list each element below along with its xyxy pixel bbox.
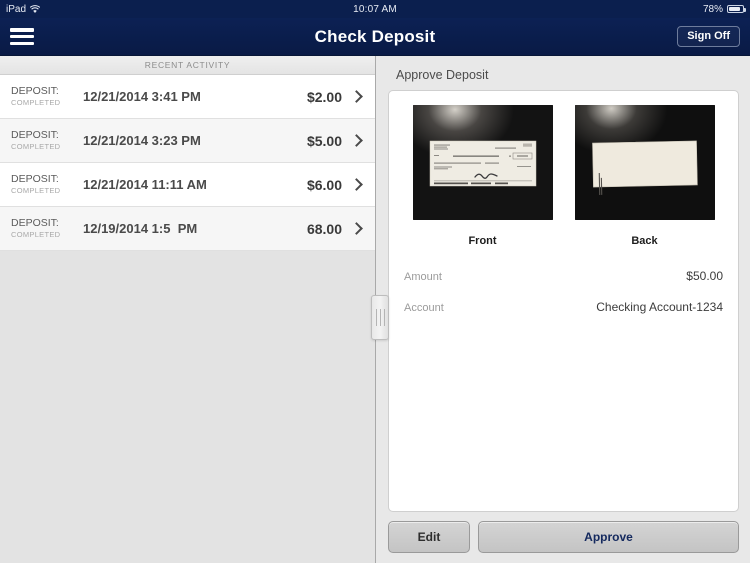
- account-value: Checking Account-1234: [596, 300, 723, 314]
- app-root: iPad 10:07 AM 78% Check Deposit Sign Off: [0, 0, 750, 563]
- table-row[interactable]: DEPOSIT: COMPLETED 12/21/2014 3:41 PM $2…: [0, 75, 375, 119]
- row-status: DEPOSIT: COMPLETED: [11, 217, 77, 240]
- check-back-image[interactable]: [574, 105, 715, 220]
- amount-value: $50.00: [686, 269, 723, 283]
- approve-deposit-pane: Approve Deposit Front Back Amount $50.00…: [376, 56, 750, 563]
- row-amount: $6.00: [306, 176, 342, 193]
- pane-splitter-handle[interactable]: [371, 295, 389, 340]
- deposit-fields: Amount $50.00 Account Checking Account-1…: [401, 269, 726, 331]
- row-type: DEPOSIT:: [11, 129, 59, 142]
- hamburger-menu-icon[interactable]: [10, 28, 34, 45]
- check-images: Front Back: [401, 105, 726, 247]
- row-date: 12/21/2014 3:41 PM: [83, 89, 201, 104]
- table-row[interactable]: DEPOSIT: COMPLETED 12/19/2014 1:5 PM 68.…: [0, 207, 375, 251]
- navigation-bar: Check Deposit Sign Off: [0, 18, 750, 56]
- row-amount: $5.00: [306, 132, 342, 149]
- recent-activity-header: RECENT ACTIVITY: [0, 56, 375, 75]
- chevron-right-icon[interactable]: [350, 134, 363, 147]
- check-front-wrapper: Front: [412, 105, 553, 247]
- check-back-wrapper: Back: [574, 105, 715, 247]
- status-badge: COMPLETED: [11, 98, 61, 108]
- page-title: Check Deposit: [314, 26, 436, 46]
- amount-field: Amount $50.00: [401, 269, 726, 283]
- table-row[interactable]: DEPOSIT: COMPLETED 12/21/2014 3:23 PM $5…: [0, 119, 375, 163]
- check-front-label: Front: [468, 235, 497, 247]
- status-bar-right: 78%: [702, 3, 746, 15]
- row-amount: 68.00: [306, 220, 342, 237]
- status-badge: COMPLETED: [11, 186, 61, 196]
- panel-title: Approve Deposit: [396, 68, 489, 82]
- row-date: 12/21/2014 11:11 AM: [83, 177, 207, 192]
- row-status: DEPOSIT: COMPLETED: [11, 129, 77, 152]
- check-back-label: Back: [631, 235, 658, 247]
- action-buttons: Edit Approve: [388, 521, 739, 553]
- chevron-right-icon[interactable]: [350, 222, 363, 235]
- row-date: 12/19/2014 1:5 PM: [83, 221, 198, 236]
- battery-icon: [727, 5, 746, 13]
- row-amount: $2.00: [306, 88, 342, 105]
- row-type: DEPOSIT:: [11, 85, 59, 98]
- amount-label: Amount: [404, 271, 442, 283]
- status-badge: COMPLETED: [11, 142, 61, 152]
- deposit-detail-card: Front Back Amount $50.00 Account Checkin…: [388, 90, 739, 512]
- check-front-image[interactable]: [412, 105, 553, 220]
- edit-button[interactable]: Edit: [388, 521, 470, 553]
- status-bar-time: 10:07 AM: [353, 3, 397, 15]
- battery-percent: 78%: [702, 3, 723, 15]
- table-row[interactable]: DEPOSIT: COMPLETED 12/21/2014 11:11 AM $…: [0, 163, 375, 207]
- recent-activity-pane: RECENT ACTIVITY DEPOSIT: COMPLETED 12/21…: [0, 56, 389, 563]
- chevron-right-icon[interactable]: [350, 178, 363, 191]
- approve-button[interactable]: Approve: [478, 521, 739, 553]
- content-area: RECENT ACTIVITY DEPOSIT: COMPLETED 12/21…: [0, 56, 750, 563]
- activity-list: DEPOSIT: COMPLETED 12/21/2014 3:41 PM $2…: [0, 75, 375, 251]
- row-status: DEPOSIT: COMPLETED: [11, 173, 77, 196]
- account-field: Account Checking Account-1234: [401, 300, 726, 314]
- account-label: Account: [404, 302, 444, 314]
- sign-off-button[interactable]: Sign Off: [677, 26, 740, 47]
- status-badge: COMPLETED: [11, 230, 61, 240]
- status-bar: iPad 10:07 AM 78%: [0, 0, 750, 18]
- row-status: DEPOSIT: COMPLETED: [11, 85, 77, 108]
- row-type: DEPOSIT:: [11, 217, 59, 230]
- row-type: DEPOSIT:: [11, 173, 59, 186]
- chevron-right-icon[interactable]: [350, 90, 363, 103]
- row-date: 12/21/2014 3:23 PM: [83, 133, 201, 148]
